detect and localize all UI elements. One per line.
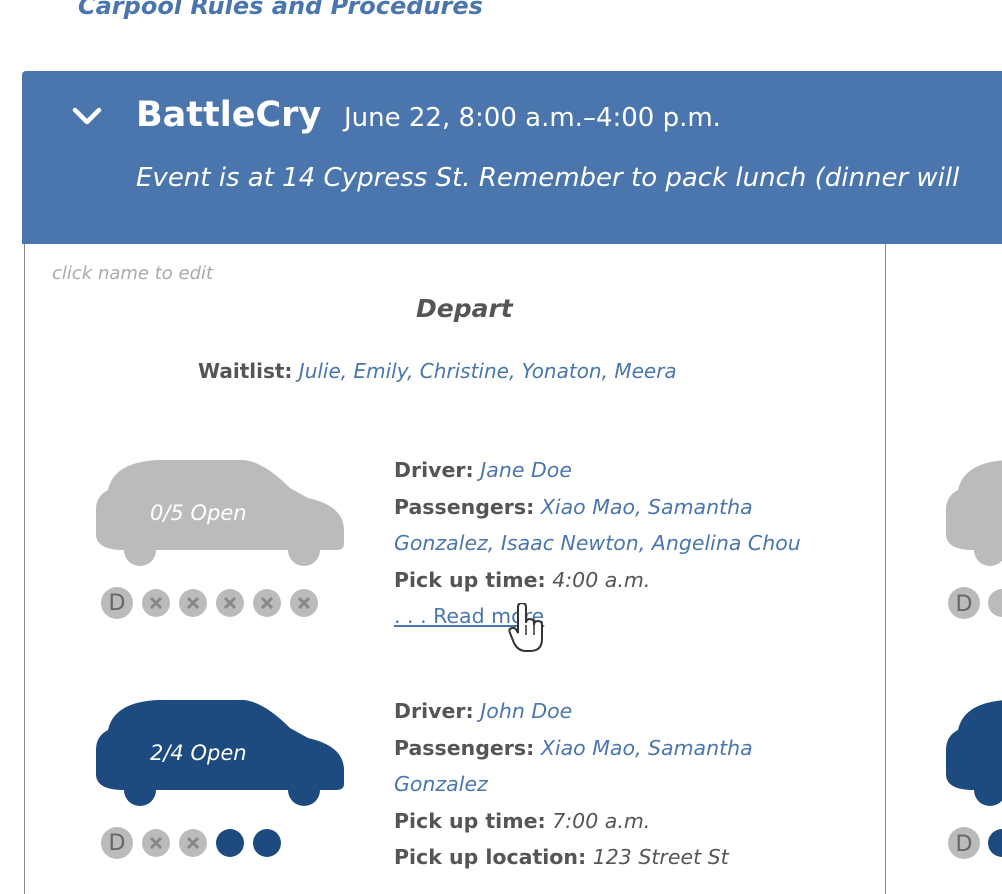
driver-seat-icon: D [948,827,1002,859]
driver-name[interactable]: John Doe [480,699,572,723]
hand-cursor-icon [508,603,543,652]
passenger-names-cont[interactable]: Gonzalez, Isaac Newton, Angelina Chou [394,531,801,555]
passenger-names-cont[interactable]: Gonzalez [394,772,488,796]
seat-taken-icon [290,589,318,617]
waitlist: Waitlist: Julie, Emily, Christine, Yonat… [198,359,677,383]
svg-text:D: D [956,592,973,617]
car-icon [946,700,1002,806]
edit-hint: click name to edit [52,263,214,284]
pickup-time-label: Pick up time: [394,567,546,592]
seat-taken-icon [216,589,244,617]
seat-taken-icon [142,829,170,857]
pickup-location: 123 Street St [592,845,729,869]
driver-seat-icon: D [101,587,133,619]
pickup-location-label: Pick up location: [394,845,587,869]
passengers-label: Passengers: [394,494,535,519]
waitlist-label: Waitlist: [198,359,293,383]
seat-taken-icon [253,589,281,617]
depart-title: Depart [416,294,513,323]
pickup-time-label: Pick up time: [394,808,546,833]
seat-open-icon[interactable] [253,829,281,857]
driver-label: Driver: [394,458,474,482]
event-date: June 22, 8:00 a.m.–4:00 p.m. [344,103,721,133]
driver-seat-icon: D [101,827,133,859]
event-title: BattleCry [136,95,322,135]
seat-open-icon[interactable] [216,829,244,857]
seat-taken-icon [179,589,207,617]
waitlist-names[interactable]: Julie, Emily, Christine, Yonaton, Meera [299,359,677,383]
seat-row: D [101,587,318,619]
car-details: Driver: John Doe Passengers: Xiao Mao, S… [394,693,753,876]
car-details: Driver: Jane Doe Passengers: Xiao Mao, S… [394,452,801,635]
driver-label: Driver: [394,699,474,723]
seat-taken-icon [179,829,207,857]
car-open-count: 2/4 Open [150,741,247,765]
seat-taken-icon [142,589,170,617]
driver-seat-icon: D [948,587,1002,619]
chevron-down-icon[interactable] [72,106,102,126]
pickup-time: 4:00 a.m. [552,567,651,592]
passenger-names[interactable]: Xiao Mao, Samantha [541,495,753,519]
passenger-names[interactable]: Xiao Mao, Samantha [541,736,753,760]
car-icon [946,460,1002,566]
carpool-rules-link[interactable]: Carpool Rules and Procedures [78,0,483,20]
passengers-label: Passengers: [394,735,535,760]
event-description: Event is at 14 Cypress St. Remember to p… [136,163,960,193]
driver-name[interactable]: Jane Doe [480,458,572,482]
car-open-count: 0/5 Open [150,501,247,525]
pickup-time: 7:00 a.m. [552,808,651,833]
svg-text:D: D [956,832,973,857]
seat-row: D [101,827,281,859]
